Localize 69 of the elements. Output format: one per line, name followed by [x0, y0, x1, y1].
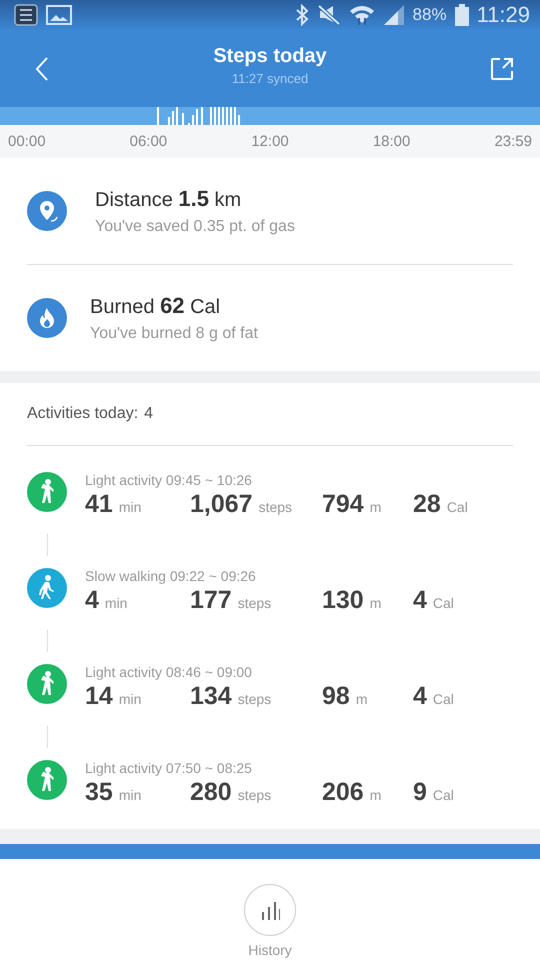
summary-value: Distance 1.5 km — [95, 186, 242, 212]
stat-unit: m — [370, 595, 382, 611]
stat-unit: steps — [258, 499, 292, 515]
summary-note: You've saved 0.35 pt. of gas — [95, 218, 295, 236]
image-icon — [46, 4, 72, 26]
stat-unit: Cal — [446, 499, 468, 515]
history-button[interactable] — [244, 884, 296, 936]
stat-value: 28 — [413, 490, 441, 518]
stat-value: 280 — [190, 778, 232, 806]
stat-unit: min — [118, 499, 142, 515]
stat-unit: Cal — [432, 595, 454, 611]
stat-value: 4 — [413, 586, 427, 614]
bluetooth-icon — [294, 4, 309, 26]
activity-title: Light activity 09:45 ~ 10:26 — [85, 472, 253, 488]
person-stretching-icon — [27, 472, 67, 512]
person-stretching-icon — [27, 664, 67, 704]
time-label: 23:59 — [494, 133, 532, 150]
person-stretching-icon — [27, 760, 67, 800]
stat-value: 9 — [413, 778, 427, 806]
activity-title: Slow walking 09:22 ~ 09:26 — [85, 568, 257, 584]
stat-unit: m — [370, 499, 382, 515]
history-label: History — [248, 942, 292, 958]
time-label: 00:00 — [8, 133, 46, 150]
bar-chart-icon — [260, 900, 280, 920]
stat-value: 1,067 — [190, 490, 253, 518]
summary-note: You've burned 8 g of fat — [90, 325, 258, 343]
stat-unit: m — [356, 691, 368, 707]
stat-unit: steps — [238, 787, 272, 803]
time-label: 18:00 — [372, 133, 410, 150]
notes-icon — [14, 4, 38, 26]
activity-title: Light activity 08:46 ~ 09:00 — [85, 664, 253, 680]
sync-status: 11:27 synced — [232, 71, 308, 86]
flame-icon — [27, 298, 67, 338]
time-label: 12:00 — [251, 133, 289, 150]
wifi-icon — [348, 4, 375, 26]
stat-unit: min — [118, 787, 142, 803]
stat-unit: min — [104, 595, 128, 611]
location-pin-icon — [27, 191, 67, 231]
stat-value: 4 — [413, 682, 427, 710]
stat-value: 134 — [190, 682, 232, 710]
screen-title: Steps today — [213, 45, 327, 68]
stat-unit: steps — [238, 595, 272, 611]
activities-count: 4 — [144, 405, 154, 423]
battery-icon — [454, 4, 469, 26]
stat-unit: steps — [238, 691, 272, 707]
activities-label: Activities today: — [27, 405, 138, 423]
stat-value: 177 — [190, 586, 232, 614]
clock: 11:29 — [476, 2, 530, 28]
battery-percent: 88% — [412, 5, 447, 25]
stat-value: 35 — [85, 778, 113, 806]
stat-unit: Cal — [432, 691, 454, 707]
stat-value: 130 — [322, 586, 364, 614]
time-label: 06:00 — [130, 133, 168, 150]
stat-value: 14 — [85, 682, 113, 710]
stat-value: 794 — [322, 490, 364, 518]
back-icon — [34, 56, 50, 82]
stat-value: 206 — [322, 778, 364, 806]
stat-unit: m — [370, 787, 382, 803]
mute-icon — [316, 4, 341, 26]
signal-icon — [382, 4, 405, 26]
stat-value: 98 — [322, 682, 350, 710]
activity-title: Light activity 07:50 ~ 08:25 — [85, 760, 253, 776]
stat-unit: min — [118, 691, 142, 707]
stat-value: 4 — [85, 586, 99, 614]
share-icon — [490, 56, 514, 80]
summary-value: Burned 62 Cal — [90, 293, 222, 319]
stat-unit: Cal — [432, 787, 454, 803]
person-walking-icon — [27, 568, 67, 608]
stat-value: 41 — [85, 490, 113, 518]
